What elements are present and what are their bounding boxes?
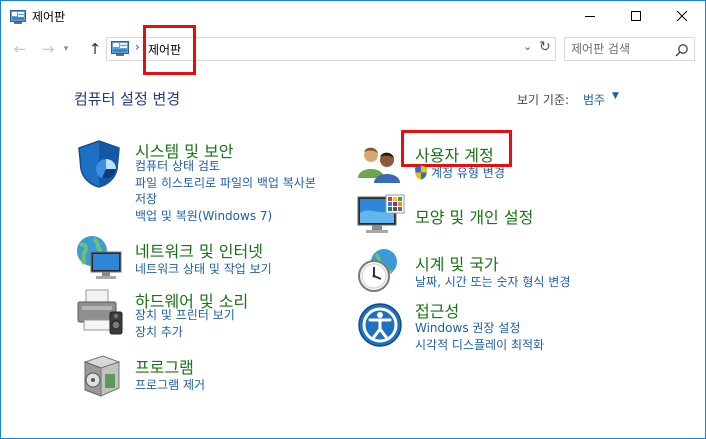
category-ease-of-access[interactable]: 접근성 bbox=[415, 298, 459, 322]
title-bar: 제어판 bbox=[1, 1, 705, 31]
maximize-button[interactable] bbox=[613, 1, 659, 31]
link-change-account-type[interactable]: 계정 유형 변경 bbox=[431, 165, 505, 181]
users-icon[interactable] bbox=[356, 144, 402, 188]
up-button[interactable]: ↑ bbox=[84, 37, 106, 61]
view-by-dropdown[interactable]: 범주 bbox=[583, 91, 605, 108]
navigation-bar: ← → ▾ ↑ › 제어판 ⌄ ↻ bbox=[1, 35, 705, 63]
control-panel-icon bbox=[10, 9, 26, 28]
category-appearance-personalization[interactable]: 모양 및 개인 설정 bbox=[415, 204, 533, 228]
link-review-computer-status[interactable]: 컴퓨터 상태 검토 bbox=[135, 158, 220, 174]
network-globe-icon[interactable] bbox=[74, 235, 124, 285]
uac-shield-icon bbox=[414, 165, 428, 184]
highlight-box-address bbox=[143, 25, 196, 75]
forward-button[interactable]: → bbox=[37, 37, 59, 61]
address-dropdown-button[interactable]: ⌄ bbox=[523, 40, 532, 53]
monitor-palette-icon[interactable] bbox=[356, 193, 406, 243]
recent-locations-button[interactable]: ▾ bbox=[59, 37, 73, 61]
view-by-label: 보기 기준: bbox=[517, 93, 570, 107]
breadcrumb-separator: › bbox=[135, 40, 140, 54]
control-panel-window: 제어판 ← → ▾ ↑ › 제어판 ⌄ ↻ 제어판 검색 컴퓨터 설정 변경 보… bbox=[0, 0, 706, 439]
shield-icon[interactable] bbox=[75, 139, 123, 193]
link-backup-restore[interactable]: 백업 및 복원(Windows 7) bbox=[135, 208, 272, 224]
link-uninstall-program[interactable]: 프로그램 제거 bbox=[135, 377, 205, 393]
printer-speaker-icon[interactable] bbox=[74, 288, 124, 340]
search-input[interactable] bbox=[565, 38, 670, 60]
search-box[interactable] bbox=[564, 37, 695, 61]
clock-globe-icon[interactable] bbox=[356, 248, 402, 298]
page-title: 컴퓨터 설정 변경 bbox=[74, 90, 181, 108]
control-panel-icon bbox=[111, 41, 129, 61]
link-file-history[interactable]: 파일 히스토리로 파일의 백업 복사본 bbox=[135, 175, 316, 191]
link-optimize-visual-display[interactable]: 시각적 디스플레이 최적화 bbox=[415, 337, 544, 353]
link-date-time-format[interactable]: 날짜, 시간 또는 숫자 형식 변경 bbox=[415, 274, 570, 290]
window-title: 제어판 bbox=[32, 10, 66, 24]
back-button[interactable]: ← bbox=[9, 37, 31, 61]
link-file-history-cont[interactable]: 저장 bbox=[135, 191, 157, 207]
close-button[interactable] bbox=[659, 1, 705, 31]
link-windows-recommended-settings[interactable]: Windows 권장 설정 bbox=[415, 320, 520, 336]
minimize-button[interactable] bbox=[567, 1, 613, 31]
category-network-internet[interactable]: 네트워크 및 인터넷 bbox=[135, 238, 263, 262]
accessibility-icon[interactable] bbox=[357, 302, 403, 352]
link-devices-printers[interactable]: 장치 및 프린터 보기 bbox=[135, 307, 235, 323]
category-clock-region[interactable]: 시계 및 국가 bbox=[415, 251, 499, 275]
category-programs[interactable]: 프로그램 bbox=[135, 354, 194, 378]
search-icon[interactable] bbox=[675, 42, 689, 61]
chevron-down-icon[interactable]: ▼ bbox=[612, 91, 619, 101]
link-network-status[interactable]: 네트워크 상태 및 작업 보기 bbox=[135, 261, 272, 277]
category-user-accounts[interactable]: 사용자 계정 bbox=[415, 142, 494, 166]
link-add-device[interactable]: 장치 추가 bbox=[135, 324, 183, 340]
refresh-button[interactable]: ↻ bbox=[539, 39, 551, 55]
program-box-icon[interactable] bbox=[79, 352, 123, 402]
